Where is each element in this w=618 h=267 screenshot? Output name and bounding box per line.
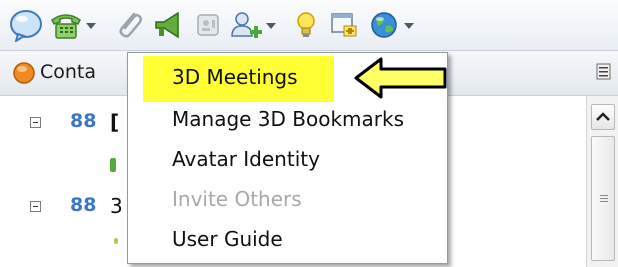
contacts-status-icon <box>13 62 35 84</box>
window-add-icon[interactable] <box>326 8 362 42</box>
grip-line <box>600 198 608 199</box>
panel-options-icon[interactable] <box>596 63 612 81</box>
group-count-label: 88 <box>70 110 97 132</box>
group-count-label: 88 <box>70 194 97 216</box>
chevron-up-icon <box>596 112 610 121</box>
menu-item-label: 3D Meetings <box>172 65 298 89</box>
chat-bubble-icon[interactable] <box>8 8 44 42</box>
paperclip-icon[interactable] <box>112 8 148 42</box>
menu-item-invite-others: Invite Others <box>172 187 302 211</box>
group-name: 3 <box>110 194 123 218</box>
globe-icon[interactable] <box>366 8 402 42</box>
megaphone-icon[interactable] <box>150 8 186 42</box>
toolbar <box>0 0 618 51</box>
collapse-toggle-icon[interactable] <box>30 117 41 128</box>
lightbulb-icon[interactable] <box>288 8 324 42</box>
add-user-icon[interactable] <box>228 8 264 42</box>
menu-item-3d-meetings[interactable]: 3D Meetings <box>143 56 334 102</box>
vertical-scrollbar[interactable] <box>586 96 618 267</box>
scroll-up-button[interactable] <box>591 104 615 130</box>
status-indicator-icon <box>110 158 116 172</box>
phone-icon[interactable] <box>48 8 84 42</box>
grip-line <box>600 195 608 196</box>
grip-line <box>600 201 608 202</box>
contacts-tab-label[interactable]: Conta <box>40 61 96 83</box>
menu-item-avatar-identity[interactable]: Avatar Identity <box>172 147 320 171</box>
contact-card-icon[interactable] <box>190 8 226 42</box>
phone-dropdown-arrow-icon[interactable] <box>86 22 96 30</box>
collapse-toggle-icon[interactable] <box>30 201 41 212</box>
status-indicator-icon <box>114 238 118 244</box>
callout-arrow-icon <box>354 57 447 99</box>
scroll-thumb[interactable] <box>591 136 615 261</box>
group-name: [ <box>110 110 120 134</box>
menu-item-manage-3d-bookmarks[interactable]: Manage 3D Bookmarks <box>172 107 404 131</box>
globe-dropdown-arrow-icon[interactable] <box>404 22 414 30</box>
menu-item-user-guide[interactable]: User Guide <box>172 227 283 251</box>
add-user-dropdown-arrow-icon[interactable] <box>266 22 276 30</box>
